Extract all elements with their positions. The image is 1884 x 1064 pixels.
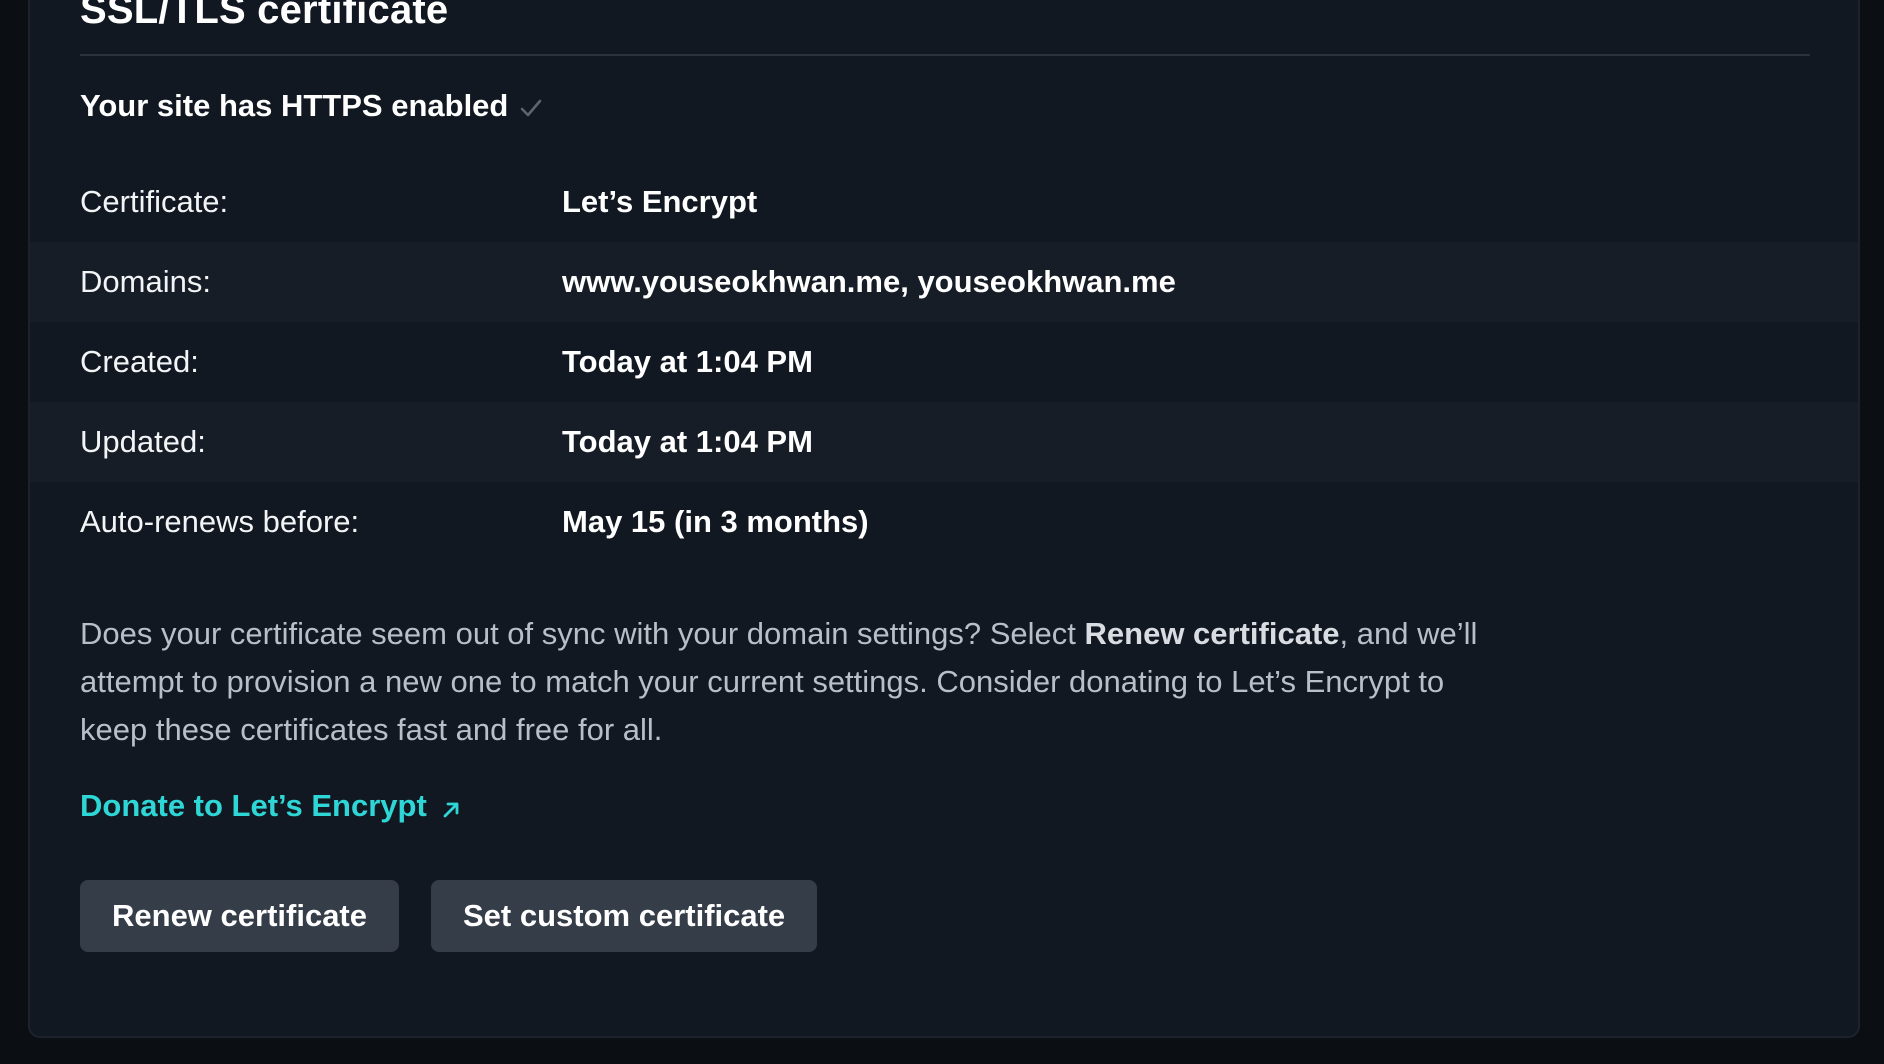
detail-label: Domains: <box>80 264 211 299</box>
detail-value: Today at 1:04 PM <box>562 424 813 459</box>
https-status-text: Your site has HTTPS enabled <box>80 88 509 123</box>
detail-value: Let’s Encrypt <box>562 184 758 219</box>
detail-row-certificate: Certificate: Let’s Encrypt <box>30 162 1858 242</box>
description-emphasis: Renew certificate <box>1084 616 1340 651</box>
https-status: Your site has HTTPS enabled <box>80 88 544 124</box>
renew-description: Does your certificate seem out of sync w… <box>80 610 1480 754</box>
set-custom-certificate-button[interactable]: Set custom certificate <box>431 880 818 952</box>
detail-row-created: Created: Today at 1:04 PM <box>30 322 1858 402</box>
detail-row-updated: Updated: Today at 1:04 PM <box>30 402 1858 482</box>
detail-value: www.youseokhwan.me, youseokhwan.me <box>562 264 1176 299</box>
detail-row-domains: Domains: www.youseokhwan.me, youseokhwan… <box>30 242 1858 322</box>
detail-label: Updated: <box>80 424 206 459</box>
section-title: SSL/TLS certificate <box>80 0 449 32</box>
external-arrow-icon <box>439 794 463 818</box>
donate-link-label: Donate to Let’s Encrypt <box>80 788 427 823</box>
detail-label: Certificate: <box>80 184 229 219</box>
divider <box>80 54 1810 56</box>
check-icon <box>518 93 544 119</box>
detail-label: Auto-renews before: <box>80 504 360 539</box>
detail-value: May 15 (in 3 months) <box>562 504 869 539</box>
detail-value: Today at 1:04 PM <box>562 344 813 379</box>
renew-certificate-button[interactable]: Renew certificate <box>80 880 399 952</box>
description-text-start: Does your certificate seem out of sync w… <box>80 616 1085 651</box>
ssl-certificate-card: SSL/TLS certificate Your site has HTTPS … <box>28 0 1860 1038</box>
donate-link[interactable]: Donate to Let’s Encrypt <box>80 788 463 824</box>
detail-row-auto-renews: Auto-renews before: May 15 (in 3 months) <box>30 482 1858 562</box>
action-buttons: Renew certificate Set custom certificate <box>80 880 818 952</box>
detail-label: Created: <box>80 344 199 379</box>
certificate-details: Certificate: Let’s Encrypt Domains: www.… <box>30 162 1858 562</box>
